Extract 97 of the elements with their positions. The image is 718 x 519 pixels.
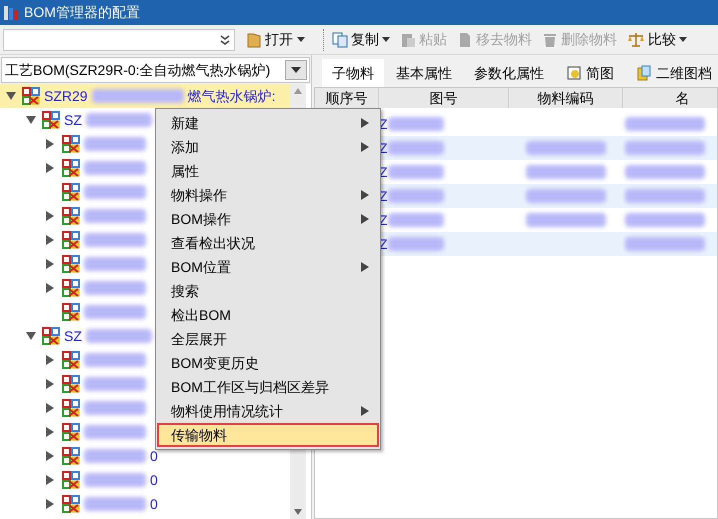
blurred-region	[84, 209, 146, 223]
menu-item[interactable]: 搜索	[157, 279, 379, 303]
sketch-icon	[566, 65, 582, 81]
tree-item[interactable]: 0	[0, 444, 158, 468]
blurred-region	[388, 237, 444, 251]
component-icon	[62, 279, 80, 297]
item-label: SZ	[64, 326, 82, 346]
component-icon	[62, 135, 80, 153]
blurred-region	[84, 449, 146, 463]
submenu-arrow-icon	[361, 406, 369, 416]
menu-item[interactable]: 传输物料	[157, 423, 379, 447]
item-label: 0	[150, 470, 158, 490]
tree-item[interactable]: SZ	[0, 324, 152, 348]
tree-item[interactable]: 0	[0, 468, 158, 492]
menu-item[interactable]: 检出BOM	[157, 303, 379, 327]
item-label: 0	[150, 494, 158, 514]
item-label: 0	[150, 446, 158, 466]
blurred-region	[84, 281, 146, 295]
item-label: SZR29	[44, 86, 88, 106]
component-icon	[62, 207, 80, 225]
tree-item[interactable]: SZ	[0, 108, 152, 132]
item-label: 燃气热水锅炉:	[188, 86, 276, 106]
scroll-down-icon[interactable]	[294, 509, 302, 515]
open-button[interactable]: 打开	[245, 28, 307, 52]
blurred-region	[84, 185, 146, 199]
component-icon	[62, 375, 80, 393]
clipboard-icon	[400, 32, 416, 48]
blurred-region	[388, 165, 444, 179]
tree-item[interactable]: 0	[0, 492, 158, 516]
submenu-arrow-icon	[361, 214, 369, 224]
document-icon	[457, 32, 473, 48]
component-icon	[42, 111, 60, 129]
blurred-region	[84, 497, 146, 511]
blurred-region	[84, 137, 146, 151]
tab[interactable]: 二维图档	[626, 59, 718, 87]
blurred-region	[86, 329, 152, 343]
component-icon	[22, 87, 40, 105]
component-icon	[62, 447, 80, 465]
toolbar-button[interactable]: 比较	[627, 28, 687, 52]
menu-item[interactable]: 物料使用情况统计	[157, 399, 379, 423]
tab[interactable]: 基本属性	[386, 59, 462, 87]
window-title: BOM管理器的配置	[24, 3, 140, 22]
component-icon	[62, 471, 80, 489]
folder-icon	[247, 32, 261, 48]
tree-item[interactable]: SZR29 燃气热水锅炉:	[0, 84, 290, 108]
component-icon	[42, 327, 60, 345]
blurred-region	[388, 189, 444, 203]
menu-item[interactable]: BOM位置	[157, 255, 379, 279]
component-icon	[62, 423, 80, 441]
collapse-arrow-icon[interactable]	[6, 92, 18, 100]
search-field[interactable]	[3, 28, 235, 50]
column-header[interactable]: 名	[623, 88, 717, 108]
blurred-region	[388, 117, 444, 131]
blurred-region	[84, 401, 146, 415]
chevron-icon	[220, 34, 230, 44]
blurred-region	[388, 213, 444, 227]
component-icon	[62, 159, 80, 177]
blurred-region	[84, 425, 146, 439]
toolbar-button[interactable]: 复制	[332, 28, 390, 52]
submenu-arrow-icon	[361, 142, 369, 152]
component-icon	[62, 255, 80, 273]
collapse-arrow-icon[interactable]	[26, 116, 38, 124]
tab[interactable]: 参数化属性	[464, 59, 554, 87]
tab[interactable]: 简图	[556, 59, 624, 87]
document-icon	[636, 65, 652, 81]
dropdown-arrow-icon	[291, 67, 301, 73]
menu-item[interactable]: BOM变更历史	[157, 351, 379, 375]
collapse-arrow-icon[interactable]	[26, 332, 38, 340]
trash-icon	[542, 32, 558, 48]
submenu-arrow-icon	[361, 190, 369, 200]
blurred-region	[84, 377, 146, 391]
blurred-region	[84, 161, 146, 175]
component-icon	[62, 399, 80, 417]
component-icon	[62, 303, 80, 321]
submenu-arrow-icon	[361, 118, 369, 128]
blurred-region	[84, 233, 146, 247]
copy-icon	[332, 32, 348, 48]
app-icon	[4, 4, 18, 20]
menu-item[interactable]: BOM工作区与归档区差异	[157, 375, 379, 399]
component-icon	[62, 231, 80, 249]
tab[interactable]: 子物料	[322, 59, 384, 87]
blurred-region	[84, 353, 146, 367]
blurred-region	[86, 113, 152, 127]
item-label: SZ	[64, 110, 82, 130]
component-icon	[62, 495, 80, 513]
blurred-region	[84, 257, 146, 271]
blurred-region	[84, 305, 146, 319]
menu-item[interactable]: 全层展开	[157, 327, 379, 351]
bom-select[interactable]: 工艺BOM(SZR29R-0:全自动燃气热水锅炉)	[1, 57, 310, 83]
column-header[interactable]: 物料编码	[509, 88, 623, 108]
component-icon	[62, 351, 80, 369]
blurred-region	[388, 141, 444, 155]
scales-icon	[627, 32, 645, 48]
caret-icon	[297, 37, 305, 42]
submenu-arrow-icon	[361, 262, 369, 272]
blurred-region	[84, 473, 146, 487]
component-icon	[62, 183, 80, 201]
